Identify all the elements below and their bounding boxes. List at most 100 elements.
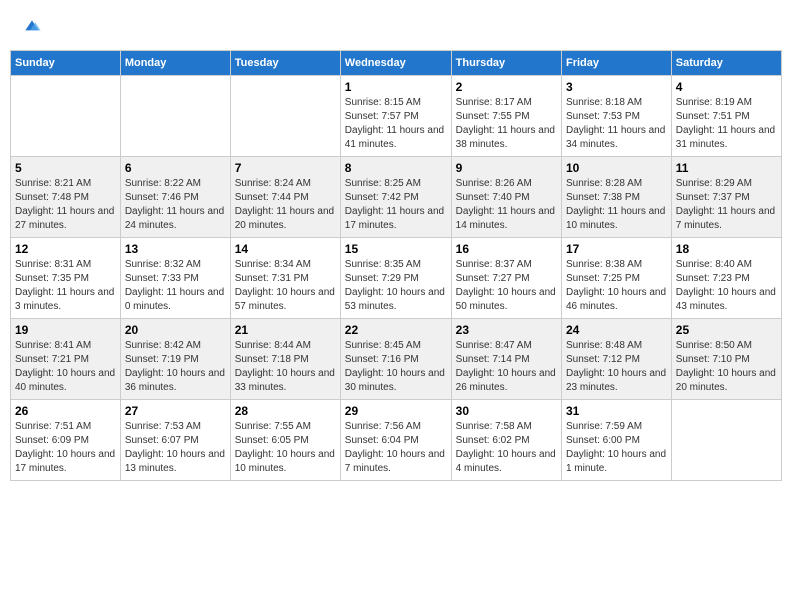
day-info: Sunrise: 8:35 AMSunset: 7:29 PMDaylight:… xyxy=(345,258,447,314)
calendar-header-row: SundayMondayTuesdayWednesdayThursdayFrid… xyxy=(11,51,782,76)
calendar-header-sunday: Sunday xyxy=(11,51,121,76)
logo xyxy=(20,15,42,35)
day-info: Sunrise: 8:44 AMSunset: 7:18 PMDaylight:… xyxy=(235,339,336,395)
calendar-cell: 3Sunrise: 8:18 AMSunset: 7:53 PMDaylight… xyxy=(561,76,671,157)
day-info: Sunrise: 7:58 AMSunset: 6:02 PMDaylight:… xyxy=(456,420,557,476)
day-number: 21 xyxy=(235,323,336,337)
day-number: 17 xyxy=(566,242,667,256)
calendar-cell: 16 Sunrise: 8:37 AMSunset: 7:27 PMDayligh… xyxy=(451,238,561,319)
day-number: 10 xyxy=(566,161,667,175)
calendar-cell: 15 Sunrise: 8:35 AMSunset: 7:29 PMDayligh… xyxy=(340,238,451,319)
calendar-cell: 22 Sunrise: 8:45 AMSunset: 7:16 PMDayligh… xyxy=(340,319,451,400)
day-number: 22 xyxy=(345,323,447,337)
calendar-cell: 1 Sunrise: 8:15 AMSunset: 7:57 PMDaylight… xyxy=(340,76,451,157)
calendar-cell: 4 Sunrise: 8:19 AMSunset: 7:51 PMDaylight… xyxy=(671,76,781,157)
day-info: Sunrise: 8:34 AMSunset: 7:31 PMDaylight:… xyxy=(235,258,336,314)
calendar-cell xyxy=(230,76,340,157)
calendar-cell: 29 Sunrise: 7:56 AMSunset: 6:04 PMDayligh… xyxy=(340,400,451,481)
calendar-cell: 27Sunrise: 7:53 AMSunset: 6:07 PMDayligh… xyxy=(120,400,230,481)
day-number: 18 xyxy=(676,242,777,256)
calendar-cell: 19 Sunrise: 8:41 AMSunset: 7:21 PMDayligh… xyxy=(11,319,121,400)
day-number: 15 xyxy=(345,242,447,256)
calendar-header-tuesday: Tuesday xyxy=(230,51,340,76)
calendar-cell: 12 Sunrise: 8:31 AMSunset: 7:35 PMDayligh… xyxy=(11,238,121,319)
day-info: Sunrise: 8:25 AMSunset: 7:42 PMDaylight:… xyxy=(345,177,447,233)
calendar-cell: 28 Sunrise: 7:55 AMSunset: 6:05 PMDayligh… xyxy=(230,400,340,481)
day-number: 25 xyxy=(676,323,777,337)
day-info: Sunrise: 7:53 AMSunset: 6:07 PMDaylight:… xyxy=(125,420,226,476)
day-info: Sunrise: 7:55 AMSunset: 6:05 PMDaylight:… xyxy=(235,420,336,476)
calendar-cell: 23 Sunrise: 8:47 AMSunset: 7:14 PMDayligh… xyxy=(451,319,561,400)
day-number: 16 xyxy=(456,242,557,256)
day-info: Sunrise: 8:17 AMSunset: 7:55 PMDaylight:… xyxy=(456,96,557,152)
day-number: 31 xyxy=(566,404,667,418)
day-info: Sunrise: 8:48 AMSunset: 7:12 PMDaylight:… xyxy=(566,339,667,395)
day-number: 29 xyxy=(345,404,447,418)
calendar-cell: 31Sunrise: 7:59 AMSunset: 6:00 PMDayligh… xyxy=(561,400,671,481)
day-info: Sunrise: 8:22 AMSunset: 7:46 PMDaylight:… xyxy=(125,177,226,233)
day-number: 11 xyxy=(676,161,777,175)
day-info: Sunrise: 8:45 AMSunset: 7:16 PMDaylight:… xyxy=(345,339,447,395)
day-number: 30 xyxy=(456,404,557,418)
logo-icon xyxy=(22,15,42,35)
day-number: 14 xyxy=(235,242,336,256)
day-info: Sunrise: 8:31 AMSunset: 7:35 PMDaylight:… xyxy=(15,258,116,314)
calendar-cell: 26 Sunrise: 7:51 AMSunset: 6:09 PMDayligh… xyxy=(11,400,121,481)
calendar-header-friday: Friday xyxy=(561,51,671,76)
calendar-cell: 14 Sunrise: 8:34 AMSunset: 7:31 PMDayligh… xyxy=(230,238,340,319)
calendar-cell: 20Sunrise: 8:42 AMSunset: 7:19 PMDayligh… xyxy=(120,319,230,400)
day-info: Sunrise: 8:19 AMSunset: 7:51 PMDaylight:… xyxy=(676,96,777,152)
calendar-cell: 8 Sunrise: 8:25 AMSunset: 7:42 PMDaylight… xyxy=(340,157,451,238)
calendar-header-wednesday: Wednesday xyxy=(340,51,451,76)
day-number: 9 xyxy=(456,161,557,175)
day-number: 8 xyxy=(345,161,447,175)
calendar-cell: 13 Sunrise: 8:32 AMSunset: 7:33 PMDayligh… xyxy=(120,238,230,319)
calendar-cell xyxy=(11,76,121,157)
day-number: 2 xyxy=(456,80,557,94)
day-number: 26 xyxy=(15,404,116,418)
day-number: 12 xyxy=(15,242,116,256)
day-number: 28 xyxy=(235,404,336,418)
day-number: 13 xyxy=(125,242,226,256)
calendar-cell: 25 Sunrise: 8:50 AMSunset: 7:10 PMDayligh… xyxy=(671,319,781,400)
day-info: Sunrise: 7:51 AMSunset: 6:09 PMDaylight:… xyxy=(15,420,116,476)
day-info: Sunrise: 8:47 AMSunset: 7:14 PMDaylight:… xyxy=(456,339,557,395)
day-number: 19 xyxy=(15,323,116,337)
day-info: Sunrise: 8:50 AMSunset: 7:10 PMDaylight:… xyxy=(676,339,777,395)
day-info: Sunrise: 8:26 AMSunset: 7:40 PMDaylight:… xyxy=(456,177,557,233)
calendar-week-row: 1 Sunrise: 8:15 AMSunset: 7:57 PMDaylight… xyxy=(11,76,782,157)
day-info: Sunrise: 7:56 AMSunset: 6:04 PMDaylight:… xyxy=(345,420,447,476)
calendar-cell: 30 Sunrise: 7:58 AMSunset: 6:02 PMDayligh… xyxy=(451,400,561,481)
calendar-cell: 9 Sunrise: 8:26 AMSunset: 7:40 PMDaylight… xyxy=(451,157,561,238)
day-number: 20 xyxy=(125,323,226,337)
calendar-week-row: 5 Sunrise: 8:21 AMSunset: 7:48 PMDaylight… xyxy=(11,157,782,238)
day-number: 24 xyxy=(566,323,667,337)
calendar-cell xyxy=(120,76,230,157)
day-number: 6 xyxy=(125,161,226,175)
calendar-week-row: 26 Sunrise: 7:51 AMSunset: 6:09 PMDayligh… xyxy=(11,400,782,481)
calendar-cell: 17 Sunrise: 8:38 AMSunset: 7:25 PMDayligh… xyxy=(561,238,671,319)
calendar-cell: 18 Sunrise: 8:40 AMSunset: 7:23 PMDayligh… xyxy=(671,238,781,319)
day-info: Sunrise: 8:41 AMSunset: 7:21 PMDaylight:… xyxy=(15,339,116,395)
day-info: Sunrise: 8:38 AMSunset: 7:25 PMDaylight:… xyxy=(566,258,667,314)
day-info: Sunrise: 8:15 AMSunset: 7:57 PMDaylight:… xyxy=(345,96,447,152)
calendar-week-row: 19 Sunrise: 8:41 AMSunset: 7:21 PMDayligh… xyxy=(11,319,782,400)
day-number: 4 xyxy=(676,80,777,94)
day-info: Sunrise: 8:32 AMSunset: 7:33 PMDaylight:… xyxy=(125,258,226,314)
day-number: 1 xyxy=(345,80,447,94)
day-info: Sunrise: 8:18 AMSunset: 7:53 PMDaylight:… xyxy=(566,96,667,152)
day-number: 23 xyxy=(456,323,557,337)
calendar-header-thursday: Thursday xyxy=(451,51,561,76)
day-info: Sunrise: 8:28 AMSunset: 7:38 PMDaylight:… xyxy=(566,177,667,233)
calendar-cell: 7Sunrise: 8:24 AMSunset: 7:44 PMDaylight… xyxy=(230,157,340,238)
day-info: Sunrise: 8:21 AMSunset: 7:48 PMDaylight:… xyxy=(15,177,116,233)
day-number: 7 xyxy=(235,161,336,175)
calendar-cell: 2 Sunrise: 8:17 AMSunset: 7:55 PMDaylight… xyxy=(451,76,561,157)
calendar-header-monday: Monday xyxy=(120,51,230,76)
calendar-cell xyxy=(671,400,781,481)
day-number: 5 xyxy=(15,161,116,175)
day-info: Sunrise: 8:40 AMSunset: 7:23 PMDaylight:… xyxy=(676,258,777,314)
calendar-cell: 21 Sunrise: 8:44 AMSunset: 7:18 PMDayligh… xyxy=(230,319,340,400)
day-info: Sunrise: 8:37 AMSunset: 7:27 PMDaylight:… xyxy=(456,258,557,314)
calendar-cell: 6 Sunrise: 8:22 AMSunset: 7:46 PMDaylight… xyxy=(120,157,230,238)
